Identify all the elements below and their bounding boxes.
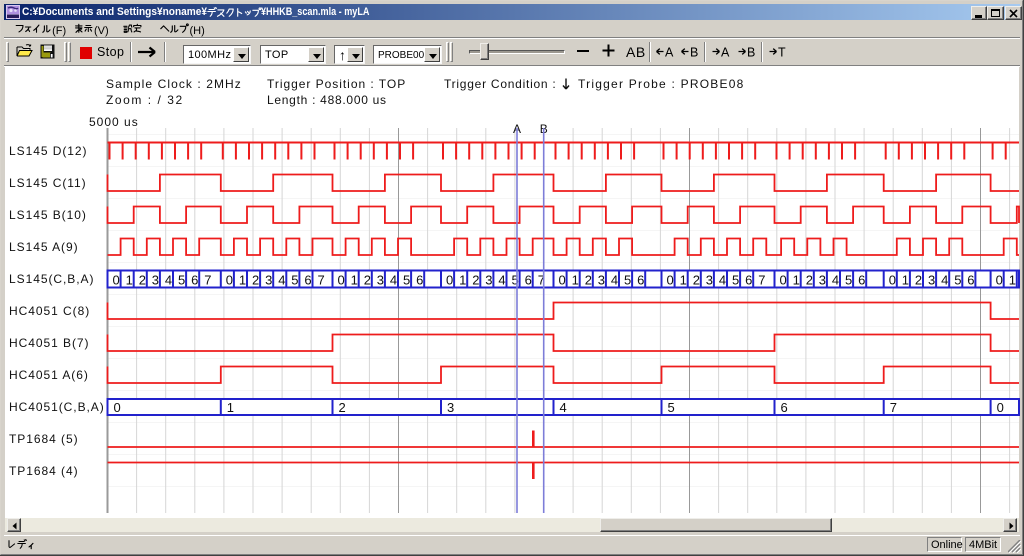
svg-text:LS145 B(10): LS145 B(10) — [9, 208, 87, 222]
svg-text:4: 4 — [560, 400, 567, 415]
svg-text:5: 5 — [845, 272, 852, 287]
svg-text:1: 1 — [680, 272, 687, 287]
svg-text:2: 2 — [693, 272, 700, 287]
svg-text:0: 0 — [113, 272, 120, 287]
svg-text:2: 2 — [252, 272, 259, 287]
svg-text:1: 1 — [227, 400, 234, 415]
svg-text:6: 6 — [191, 272, 198, 287]
svg-text:4: 4 — [941, 272, 948, 287]
svg-text:1: 1 — [351, 272, 358, 287]
svg-text:(V): (V) — [94, 25, 109, 37]
svg-text:LS145 C(11): LS145 C(11) — [9, 176, 87, 190]
svg-text:5: 5 — [732, 272, 739, 287]
svg-text:2: 2 — [472, 272, 479, 287]
svg-text:3: 3 — [598, 272, 605, 287]
svg-text:(H): (H) — [190, 25, 205, 37]
svg-text:5000 us: 5000 us — [89, 115, 139, 129]
svg-text:3: 3 — [706, 272, 713, 287]
svg-text:2: 2 — [339, 400, 346, 415]
svg-text:6: 6 — [858, 272, 865, 287]
svg-text:5: 5 — [668, 400, 675, 415]
svg-text:1: 1 — [793, 272, 800, 287]
svg-text:A: A — [721, 46, 730, 60]
svg-text:HC4051 A(6): HC4051 A(6) — [9, 368, 89, 382]
svg-text:2: 2 — [915, 272, 922, 287]
svg-text:Sample Clock : 2MHz: Sample Clock : 2MHz — [106, 77, 242, 91]
svg-text:4: 4 — [611, 272, 618, 287]
svg-text:LS145 A(9): LS145 A(9) — [9, 240, 79, 254]
svg-text:3: 3 — [485, 272, 492, 287]
svg-text:2: 2 — [585, 272, 592, 287]
svg-text:3: 3 — [819, 272, 826, 287]
svg-text:5: 5 — [291, 272, 298, 287]
svg-text:4: 4 — [390, 272, 397, 287]
svg-text:HC4051 C(8): HC4051 C(8) — [9, 304, 90, 318]
svg-text:7: 7 — [318, 272, 325, 287]
svg-text:0: 0 — [996, 272, 1003, 287]
svg-text:Trigger Position : TOP: Trigger Position : TOP — [267, 77, 406, 91]
svg-text:2: 2 — [806, 272, 813, 287]
svg-text:1: 1 — [459, 272, 466, 287]
svg-text:3: 3 — [928, 272, 935, 287]
svg-text:4: 4 — [719, 272, 726, 287]
svg-text:T: T — [778, 46, 786, 60]
svg-text:A: A — [665, 46, 674, 60]
svg-text:0: 0 — [997, 400, 1004, 415]
svg-text:6: 6 — [745, 272, 752, 287]
svg-text:Zoom : / 32: Zoom : / 32 — [106, 93, 184, 107]
svg-text:0: 0 — [338, 272, 345, 287]
svg-text:0: 0 — [559, 272, 566, 287]
svg-text:6: 6 — [416, 272, 423, 287]
svg-text:7: 7 — [204, 272, 211, 287]
svg-text:HC4051 B(7): HC4051 B(7) — [9, 336, 89, 350]
svg-text:5: 5 — [624, 272, 631, 287]
svg-text:3: 3 — [377, 272, 384, 287]
svg-text:7: 7 — [890, 400, 897, 415]
svg-text:3: 3 — [152, 272, 159, 287]
svg-text:0: 0 — [780, 272, 787, 287]
svg-text:6: 6 — [304, 272, 311, 287]
svg-text:0: 0 — [889, 272, 896, 287]
svg-text:2: 2 — [364, 272, 371, 287]
svg-text:LS145 D(12): LS145 D(12) — [9, 144, 88, 158]
svg-text:1: 1 — [126, 272, 133, 287]
svg-text:6: 6 — [781, 400, 788, 415]
svg-text:3: 3 — [447, 400, 454, 415]
svg-text:7: 7 — [758, 272, 765, 287]
svg-text:4: 4 — [832, 272, 839, 287]
svg-text:2: 2 — [139, 272, 146, 287]
svg-text:Trigger Probe : PROBE08: Trigger Probe : PROBE08 — [578, 77, 745, 91]
svg-text:0: 0 — [667, 272, 674, 287]
svg-text:TP1684 (5): TP1684 (5) — [9, 432, 79, 446]
svg-text:6: 6 — [525, 272, 532, 287]
svg-text:LS145(C,B,A): LS145(C,B,A) — [9, 272, 94, 286]
svg-text:4: 4 — [498, 272, 505, 287]
svg-text:0: 0 — [226, 272, 233, 287]
svg-text:4: 4 — [165, 272, 172, 287]
svg-text:1: 1 — [1009, 272, 1016, 287]
svg-text:6: 6 — [637, 272, 644, 287]
svg-text:Trigger Condition :: Trigger Condition : — [444, 77, 557, 91]
svg-text:(F): (F) — [52, 25, 66, 37]
svg-text:5: 5 — [178, 272, 185, 287]
svg-text:0: 0 — [114, 400, 121, 415]
svg-text:1: 1 — [902, 272, 909, 287]
svg-text:B: B — [747, 46, 755, 60]
svg-text:5: 5 — [954, 272, 961, 287]
svg-text:6: 6 — [967, 272, 974, 287]
svg-text:0: 0 — [446, 272, 453, 287]
svg-text:Length : 488.000 us: Length : 488.000 us — [267, 93, 387, 107]
svg-text:4: 4 — [278, 272, 285, 287]
svg-text:1: 1 — [239, 272, 246, 287]
svg-text:5: 5 — [403, 272, 410, 287]
svg-text:B: B — [690, 46, 698, 60]
svg-text:TP1684 (4): TP1684 (4) — [9, 464, 79, 478]
svg-text:1: 1 — [572, 272, 579, 287]
svg-text:HC4051(C,B,A): HC4051(C,B,A) — [9, 400, 105, 414]
svg-text:3: 3 — [265, 272, 272, 287]
